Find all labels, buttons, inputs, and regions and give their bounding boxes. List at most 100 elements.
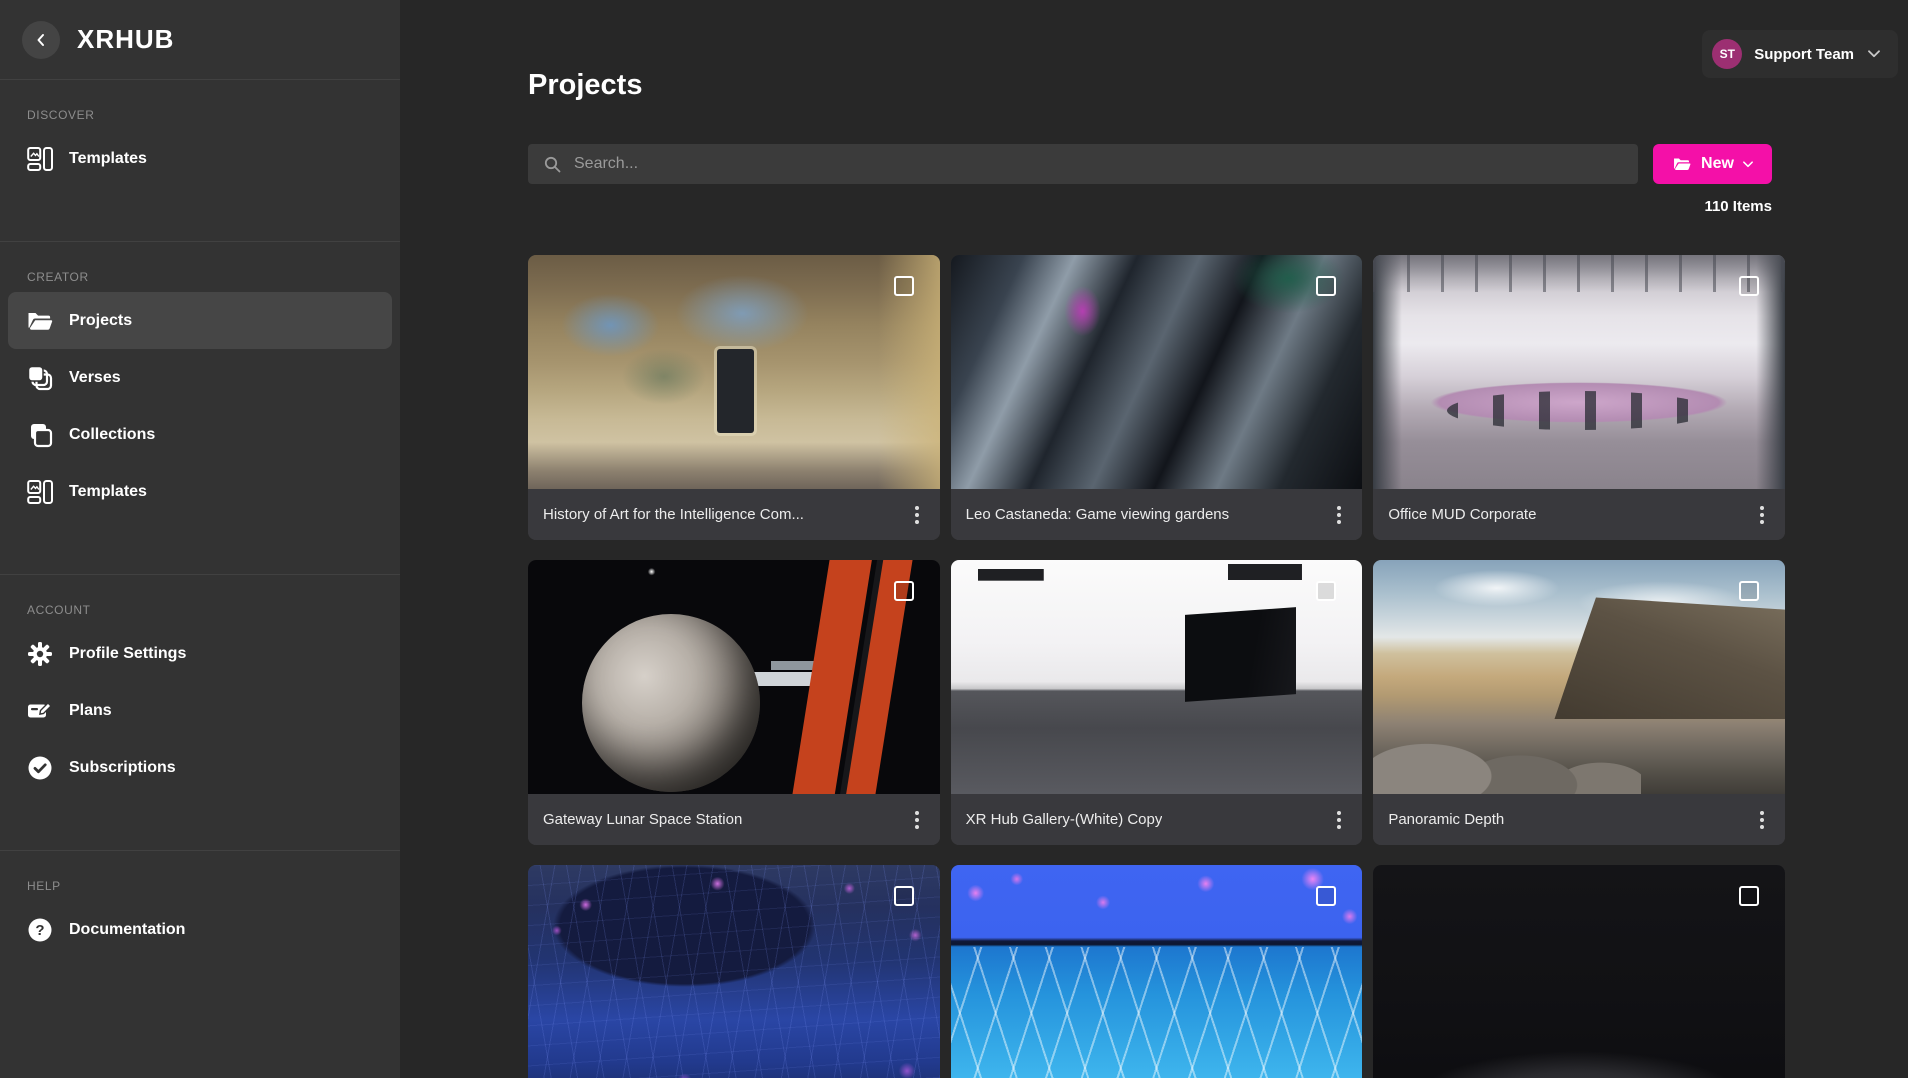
card-select-checkbox[interactable]: [1316, 886, 1336, 906]
project-title: Leo Castaneda: Game viewing gardens: [966, 506, 1230, 523]
section-label: CREATOR: [27, 270, 400, 284]
sidebar-item-profile-settings[interactable]: Profile Settings: [8, 625, 392, 682]
card-menu-button[interactable]: [908, 806, 926, 834]
section-label: HELP: [27, 879, 400, 893]
sidebar-section-help: HELP ? Documentation: [0, 851, 400, 958]
card-select-checkbox[interactable]: [1739, 581, 1759, 601]
thumbnail-art: [1554, 597, 1785, 719]
sidebar-item-label: Projects: [69, 312, 132, 330]
project-card-footer: XR Hub Gallery-(White) Copy: [951, 794, 1363, 845]
check-circle-icon: [27, 755, 53, 781]
project-thumbnail[interactable]: [1373, 865, 1785, 1078]
search-icon: [544, 156, 561, 173]
sidebar-item-projects[interactable]: Projects: [8, 292, 392, 349]
card-menu-button[interactable]: [1330, 501, 1348, 529]
card-select-checkbox[interactable]: [1739, 886, 1759, 906]
thumbnail-art: [1185, 608, 1296, 702]
chevron-left-icon: [33, 32, 49, 48]
thumbnail-art: [582, 614, 760, 792]
card-select-checkbox[interactable]: [894, 886, 914, 906]
projects-grid: History of Art for the Intelligence Com.…: [528, 255, 1785, 1078]
project-title: History of Art for the Intelligence Com.…: [543, 506, 804, 523]
sidebar-item-label: Templates: [69, 483, 147, 501]
thumbnail-art: [1373, 255, 1785, 292]
card-select-checkbox[interactable]: [894, 581, 914, 601]
sidebar-item-label: Templates: [69, 150, 147, 168]
chevron-down-icon: [1868, 50, 1880, 58]
project-thumbnail[interactable]: [951, 560, 1363, 794]
new-button-label: New: [1701, 155, 1734, 173]
project-card: Office MUD Corporate: [1373, 255, 1785, 540]
toolbar: New: [528, 144, 1772, 184]
sidebar-item-label: Subscriptions: [69, 759, 176, 777]
project-card: XR Hub Gallery-(White) Copy: [951, 560, 1363, 845]
avatar: ST: [1712, 39, 1742, 69]
project-thumbnail[interactable]: [951, 255, 1363, 489]
billing-card-icon: [27, 698, 53, 724]
project-thumbnail[interactable]: [528, 560, 940, 794]
main-content: ST Support Team Projects New 110 Items H…: [400, 0, 1908, 1078]
project-thumbnail[interactable]: [528, 255, 940, 489]
brand-logo: XRHUB: [77, 24, 174, 55]
project-card-footer: Office MUD Corporate: [1373, 489, 1785, 540]
sidebar-item-templates[interactable]: Templates: [8, 130, 392, 187]
layers-icon: [27, 365, 53, 391]
question-circle-icon: ?: [27, 917, 53, 943]
gear-icon: [27, 641, 53, 667]
card-select-checkbox[interactable]: [1316, 276, 1336, 296]
project-card: [951, 865, 1363, 1078]
folder-open-icon: [1672, 155, 1692, 173]
search-bar: [528, 144, 1638, 184]
new-button[interactable]: New: [1653, 144, 1772, 184]
card-menu-button[interactable]: [1753, 501, 1771, 529]
card-select-checkbox[interactable]: [894, 276, 914, 296]
project-title: XR Hub Gallery-(White) Copy: [966, 811, 1163, 828]
card-select-checkbox[interactable]: [1316, 581, 1336, 601]
card-select-checkbox[interactable]: [1739, 276, 1759, 296]
sidebar-item-collections[interactable]: Collections: [8, 406, 392, 463]
search-input[interactable]: [528, 144, 1638, 184]
sidebar-item-label: Documentation: [69, 921, 185, 939]
sidebar-item-subscriptions[interactable]: Subscriptions: [8, 739, 392, 796]
project-thumbnail[interactable]: [951, 865, 1363, 1078]
sidebar: XRHUB DISCOVER Templates CREATOR Project…: [0, 0, 400, 1078]
sidebar-item-label: Profile Settings: [69, 645, 186, 663]
project-thumbnail[interactable]: [528, 865, 940, 1078]
section-label: ACCOUNT: [27, 603, 400, 617]
project-thumbnail[interactable]: [1373, 560, 1785, 794]
items-count: 110 Items: [400, 198, 1772, 215]
card-menu-button[interactable]: [1753, 806, 1771, 834]
sidebar-item-label: Verses: [69, 369, 121, 387]
project-card: Panoramic Depth: [1373, 560, 1785, 845]
project-card-footer: Leo Castaneda: Game viewing gardens: [951, 489, 1363, 540]
user-menu[interactable]: ST Support Team: [1702, 30, 1898, 78]
sidebar-item-plans[interactable]: Plans: [8, 682, 392, 739]
project-title: Office MUD Corporate: [1388, 506, 1536, 523]
card-menu-button[interactable]: [1330, 806, 1348, 834]
templates-icon: [27, 479, 53, 505]
thumbnail-art: [1373, 705, 1641, 794]
thumbnail-art: [528, 865, 940, 1078]
card-menu-button[interactable]: [908, 501, 926, 529]
project-card: Gateway Lunar Space Station: [528, 560, 940, 845]
project-card-footer: History of Art for the Intelligence Com.…: [528, 489, 940, 540]
project-title: Gateway Lunar Space Station: [543, 811, 742, 828]
thumbnail-art: [1447, 391, 1710, 431]
project-card: [1373, 865, 1785, 1078]
thumbnail-art: [717, 349, 754, 433]
section-label: DISCOVER: [27, 108, 400, 122]
sidebar-section-account: ACCOUNT Profile Settings Plans Subscript…: [0, 575, 400, 796]
templates-icon: [27, 146, 53, 172]
sidebar-item-documentation[interactable]: ? Documentation: [8, 901, 392, 958]
project-card: History of Art for the Intelligence Com.…: [528, 255, 940, 540]
thumbnail-art: [780, 560, 939, 794]
thumbnail-art: [951, 865, 1363, 1078]
back-button[interactable]: [22, 21, 60, 59]
chevron-down-icon: [1743, 161, 1753, 168]
project-thumbnail[interactable]: [1373, 255, 1785, 489]
project-card: [528, 865, 940, 1078]
sidebar-item-verses[interactable]: Verses: [8, 349, 392, 406]
sidebar-item-templates-creator[interactable]: Templates: [8, 463, 392, 520]
project-title: Panoramic Depth: [1388, 811, 1504, 828]
user-name: Support Team: [1754, 46, 1854, 63]
